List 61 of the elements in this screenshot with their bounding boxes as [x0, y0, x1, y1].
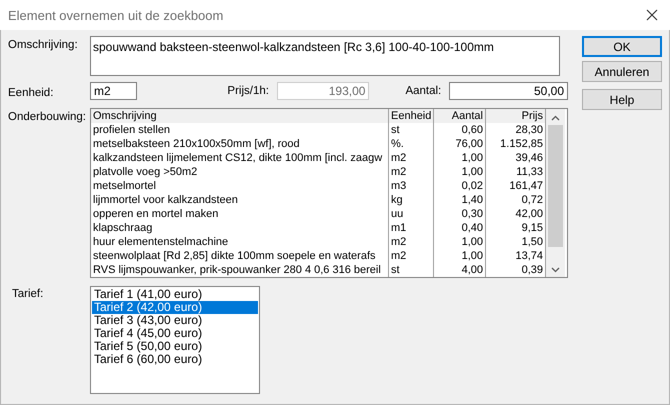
table-cell: 0,02	[434, 179, 486, 193]
table-cell: uu	[389, 207, 434, 221]
list-item[interactable]: Tarief 5 (50,00 euro)	[92, 340, 258, 353]
table-cell: RVS lijmspouwanker, prik-spouwanker 280 4 0,6 316 bereil	[91, 263, 389, 277]
table-cell: 1,00	[434, 151, 486, 165]
quantity-field[interactable]: 50,00	[449, 82, 568, 100]
table-cell: metselbaksteen 210x100x50mm [wf], rood	[91, 137, 389, 151]
list-item[interactable]: Tarief 6 (60,00 euro)	[92, 353, 258, 366]
table-cell: 0,40	[434, 221, 486, 235]
list-item[interactable]: Tarief 4 (45,00 euro)	[92, 327, 258, 340]
table-cell: kalkzandsteen lijmelement CS12, dikte 100mm [incl. zaagw	[91, 151, 389, 165]
table-cell: profielen stellen	[91, 123, 389, 137]
close-icon[interactable]	[646, 9, 658, 21]
field-label: Aantal:	[405, 85, 442, 97]
scroll-down-icon[interactable]	[551, 267, 560, 273]
table-cell: m2	[389, 249, 434, 263]
column-header[interactable]: Prijs	[486, 109, 546, 123]
column-header[interactable]: Omschrijving	[91, 109, 389, 123]
description-field[interactable]: spouwwand baksteen-steenwol-kalkzandsteen [Rc 3,6] 100-40-100-100mm	[90, 36, 560, 76]
column-header[interactable]: Eenheid	[389, 109, 434, 123]
field-label: Omschrijving:	[8, 38, 79, 51]
table-cell: opperen en mortel maken	[91, 207, 389, 221]
table-cell: st	[389, 123, 434, 137]
table-cell: m3	[389, 179, 434, 193]
table-cell: platvolle voeg >50m2	[91, 165, 389, 179]
unit-field[interactable]: m2	[90, 82, 138, 100]
table-cell: st	[389, 263, 434, 277]
dialog-button[interactable]: Annuleren	[582, 61, 662, 82]
dialog-button[interactable]: Help	[582, 89, 662, 110]
table-cell: m2	[389, 165, 434, 179]
table-cell: 0,60	[434, 123, 486, 137]
table-cell: 1,00	[434, 249, 486, 263]
table-cell: 0,30	[434, 207, 486, 221]
list-item[interactable]: Tarief 1 (41,00 euro)	[92, 288, 258, 301]
table-cell: 1,00	[434, 165, 486, 179]
scroll-up-icon[interactable]	[551, 115, 560, 121]
table-cell: 1,40	[434, 193, 486, 207]
field-label: Eenheid:	[8, 86, 54, 98]
field-label: Tarief:	[11, 287, 44, 300]
list-item[interactable]: Tarief 2 (42,00 euro)	[92, 301, 258, 314]
table-cell: lijmmortel voor kalkzandsteen	[91, 193, 389, 207]
table-cell: 76,00	[434, 137, 486, 151]
table-cell: m2	[389, 151, 434, 165]
table-cell: m1	[389, 221, 434, 235]
dialog-button[interactable]: OK	[582, 36, 662, 57]
table-cell: 1,00	[434, 235, 486, 249]
table-cell: klapschraag	[91, 221, 389, 235]
field-label: Prijs/1h:	[227, 85, 269, 97]
field-label: Onderbouwing:	[8, 110, 87, 123]
scrollbar[interactable]	[546, 109, 565, 277]
table-cell: 4,00	[434, 263, 486, 277]
table-cell: metselmortel	[91, 179, 389, 193]
table-cell: kg	[389, 193, 434, 207]
window-title: Element overnemen uit de zoekboom	[8, 8, 224, 22]
list-item[interactable]: Tarief 3 (43,00 euro)	[92, 314, 258, 327]
column-header[interactable]: Aantal	[434, 109, 486, 123]
table-cell: %.	[389, 137, 434, 151]
table-cell: m2	[389, 235, 434, 249]
table-cell: huur elementenstelmachine	[91, 235, 389, 249]
price-field: 193,00	[276, 82, 370, 100]
table-cell: steenwolplaat [Rd 2,85] dikte 100mm soepele en waterafs	[91, 249, 389, 263]
